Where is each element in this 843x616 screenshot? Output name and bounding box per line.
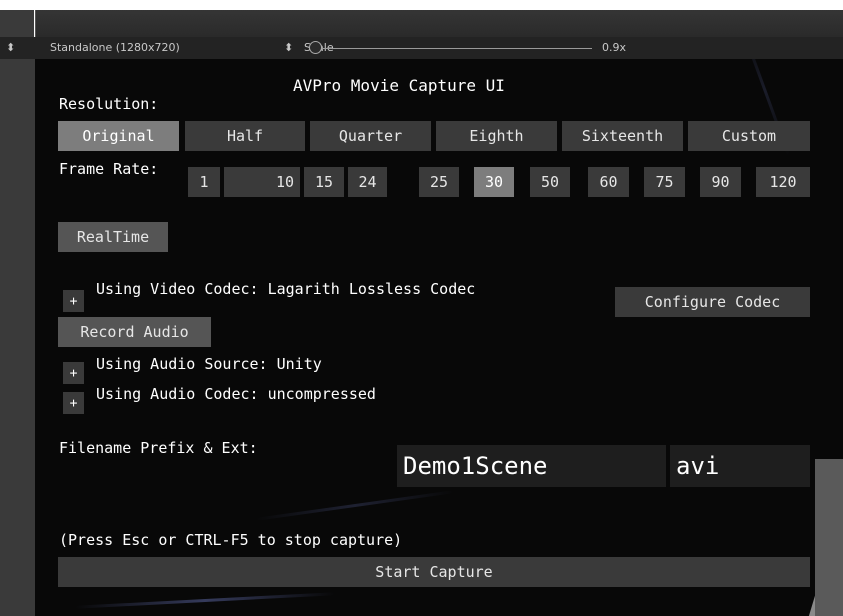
resolution-quarter-button[interactable]: Quarter — [310, 121, 431, 151]
filename-extension-input[interactable]: avi — [670, 445, 810, 487]
resolution-eighth-button[interactable]: Eighth — [436, 121, 557, 151]
game-view-toolbar: ⬍ Standalone (1280x720) ⬍ Scale 0.9x — [0, 37, 843, 60]
record-audio-toggle[interactable]: Record Audio — [58, 317, 211, 347]
frame-rate-10-button[interactable]: 10 — [224, 167, 300, 197]
frame-rate-120-button[interactable]: 120 — [756, 167, 810, 197]
expand-video-codec-button[interactable]: + — [63, 290, 84, 312]
frame-rate-15-button[interactable]: 15 — [304, 167, 344, 197]
capture-title: AVPro Movie Capture UI — [293, 76, 505, 95]
start-capture-button[interactable]: Start Capture — [58, 557, 810, 587]
game-view: AVPro Movie Capture UI Resolution: Origi… — [35, 59, 843, 616]
expand-audio-source-button[interactable]: + — [63, 362, 84, 384]
frame-rate-label: Frame Rate: — [59, 160, 159, 178]
resolution-label: Resolution: — [59, 95, 159, 113]
game-view-tab[interactable] — [35, 10, 843, 37]
frame-rate-50-button[interactable]: 50 — [530, 167, 570, 197]
video-codec-text: Using Video Codec: Lagarith Lossless Cod… — [96, 280, 476, 298]
background-streak — [255, 490, 455, 521]
display-dropdown-arrow-icon[interactable]: ⬍ — [6, 41, 15, 54]
frame-rate-75-button[interactable]: 75 — [644, 167, 685, 197]
filename-label: Filename Prefix & Ext: — [59, 439, 258, 457]
scale-dropdown-arrow-icon[interactable]: ⬍ — [284, 41, 293, 54]
display-dropdown[interactable]: Standalone (1280x720) — [50, 41, 180, 54]
filename-prefix-input[interactable]: Demo1Scene — [397, 445, 666, 487]
frame-rate-90-button[interactable]: 90 — [700, 167, 741, 197]
scale-slider-thumb[interactable] — [309, 41, 322, 54]
configure-codec-button[interactable]: Configure Codec — [615, 287, 810, 317]
background-streak — [75, 592, 335, 609]
resolution-original-button[interactable]: Original — [58, 121, 179, 151]
stop-capture-hint: (Press Esc or CTRL-F5 to stop capture) — [59, 531, 403, 549]
frame-rate-60-button[interactable]: 60 — [588, 167, 629, 197]
tab-gap — [0, 10, 34, 37]
frame-rate-30-button[interactable]: 30 — [474, 167, 514, 197]
scale-value: 0.9x — [602, 41, 627, 54]
audio-codec-text: Using Audio Codec: uncompressed — [96, 385, 376, 403]
realtime-toggle[interactable]: RealTime — [58, 222, 168, 252]
background-shape — [815, 459, 843, 616]
frame-rate-25-button[interactable]: 25 — [419, 167, 459, 197]
scale-slider-track[interactable] — [322, 48, 592, 49]
left-panel-strip — [0, 59, 35, 616]
resolution-sixteenth-button[interactable]: Sixteenth — [562, 121, 683, 151]
resolution-half-button[interactable]: Half — [185, 121, 305, 151]
expand-audio-codec-button[interactable]: + — [63, 392, 84, 414]
frame-rate-1-button[interactable]: 1 — [188, 167, 220, 197]
audio-source-text: Using Audio Source: Unity — [96, 355, 322, 373]
frame-rate-24-button[interactable]: 24 — [348, 167, 387, 197]
resolution-custom-button[interactable]: Custom — [688, 121, 810, 151]
window-top-edge — [0, 0, 843, 10]
